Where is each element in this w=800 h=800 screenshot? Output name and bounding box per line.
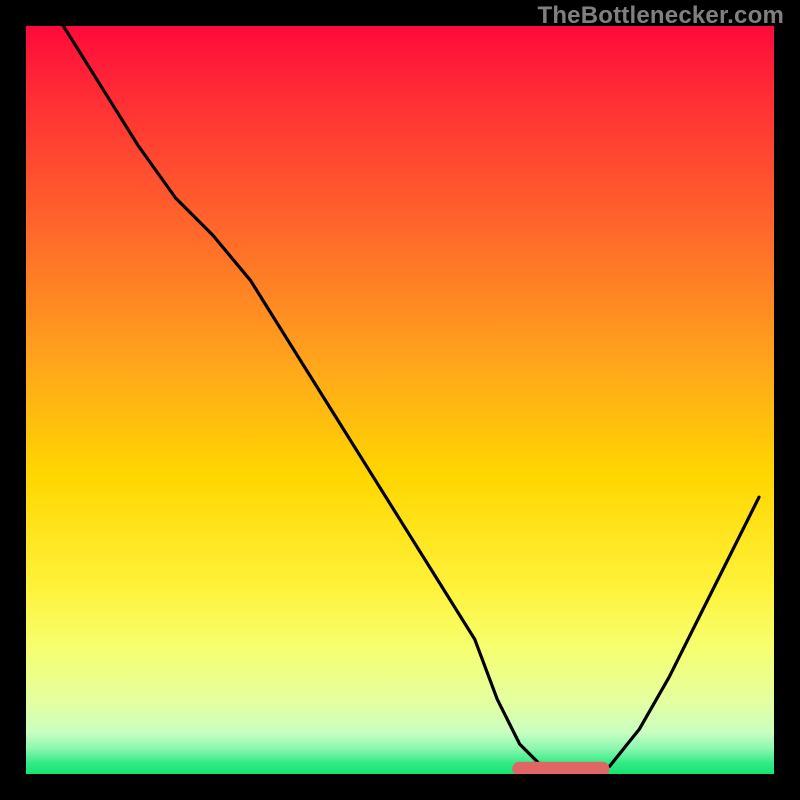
optimal-band-marker — [512, 762, 609, 774]
chart-frame: TheBottleneсker.com — [0, 0, 800, 800]
chart-svg — [26, 26, 774, 774]
watermark-text: TheBottleneсker.com — [537, 2, 784, 30]
plot-area — [26, 26, 774, 774]
gradient-background — [26, 26, 774, 774]
